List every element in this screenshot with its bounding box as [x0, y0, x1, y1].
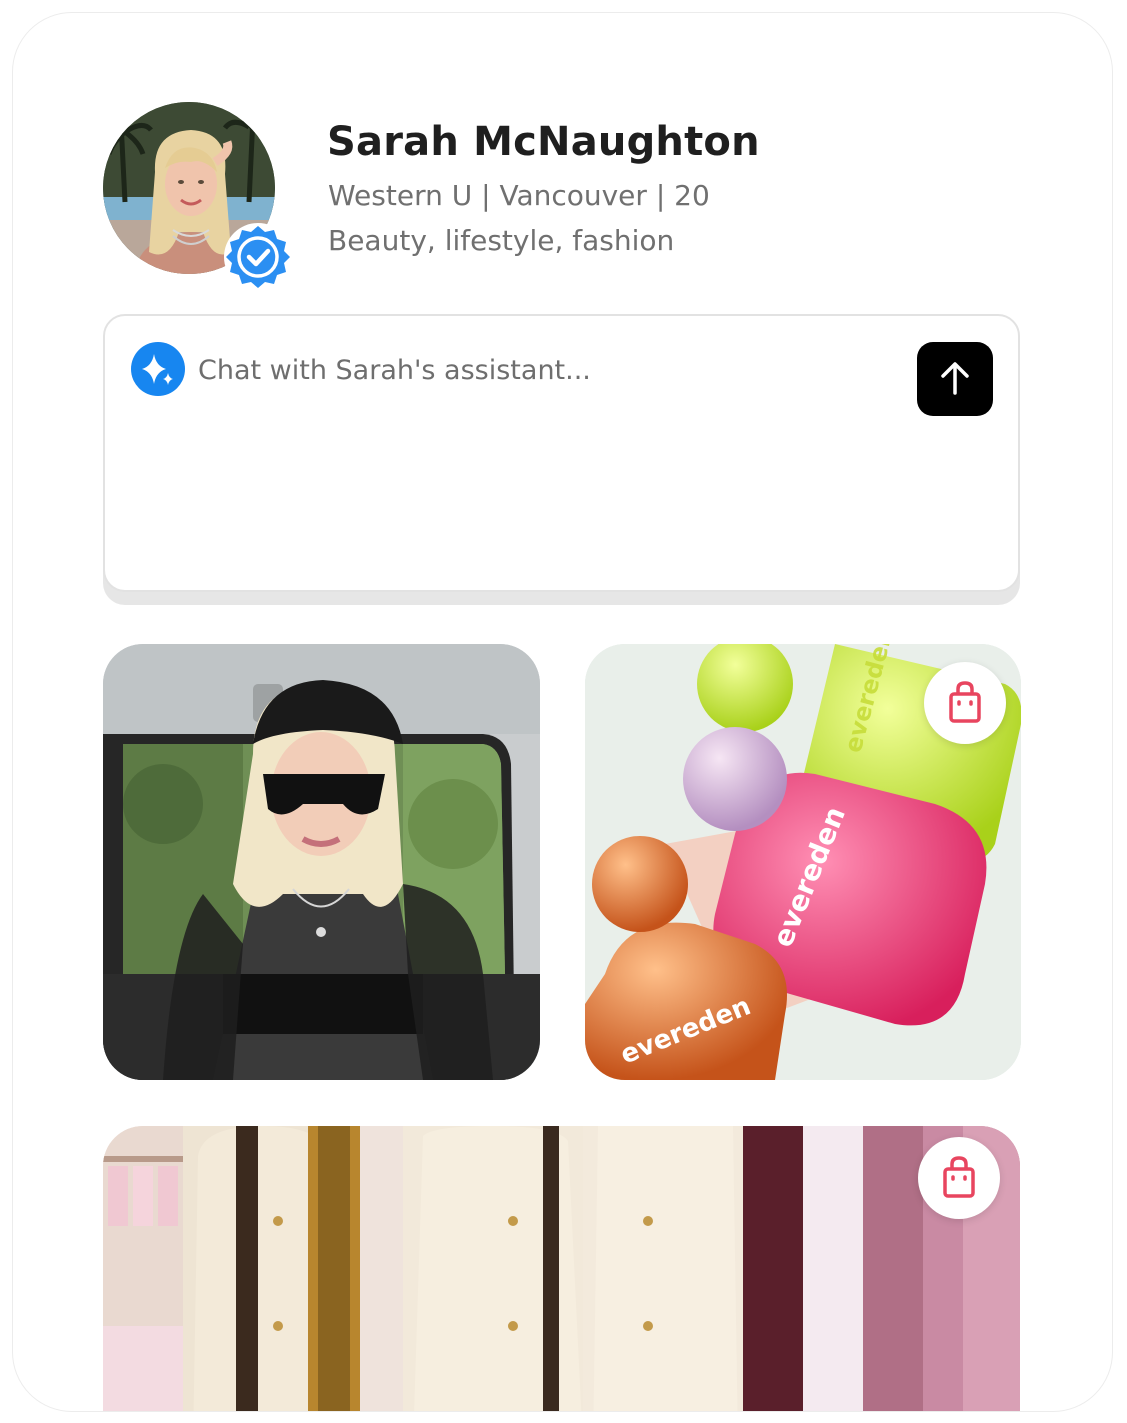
shopping-bag-icon: [949, 681, 981, 723]
shopping-bag-icon: [943, 1156, 975, 1198]
avatar-container: [103, 102, 292, 291]
chat-input[interactable]: [198, 350, 898, 390]
shop-button[interactable]: [918, 1137, 1000, 1219]
shop-button[interactable]: [924, 662, 1006, 744]
profile-name: Sarah McNaughton: [327, 119, 760, 165]
profile-details: Western U | Vancouver | 20: [328, 179, 710, 212]
media-tile-3[interactable]: [103, 1126, 1020, 1411]
sparkle-icon: [131, 342, 185, 396]
car-portrait-photo: [103, 644, 540, 1080]
media-tile-1[interactable]: [103, 644, 540, 1080]
profile-interests: Beauty, lifestyle, fashion: [328, 224, 675, 257]
profile-card: Sarah McNaughton Western U | Vancouver |…: [12, 12, 1113, 1412]
arrow-up-icon: [941, 362, 969, 395]
media-tile-2[interactable]: evereden evereden evereden: [585, 644, 1021, 1080]
chat-box[interactable]: [103, 314, 1020, 592]
send-button[interactable]: [917, 342, 993, 416]
boutique-jackets-photo: [103, 1126, 1020, 1411]
verified-badge-icon: [221, 220, 295, 294]
